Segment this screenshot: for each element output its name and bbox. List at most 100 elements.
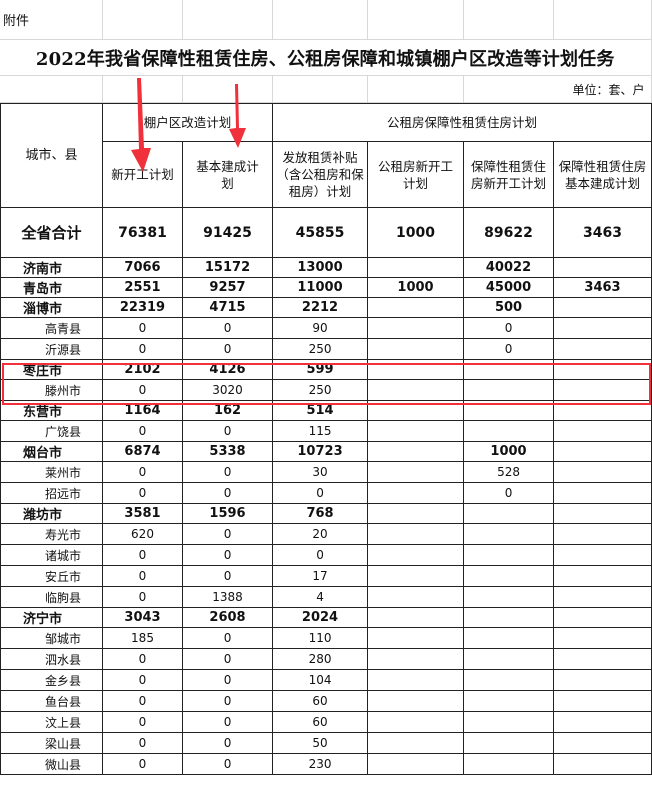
row-name: 滕州市 bbox=[0, 379, 103, 401]
cell-value: 1000 bbox=[463, 441, 555, 462]
row-name: 梁山县 bbox=[0, 732, 103, 754]
cell-value: 500 bbox=[463, 297, 555, 318]
empty-cell[interactable] bbox=[367, 75, 464, 103]
empty-cell[interactable] bbox=[367, 0, 464, 40]
cell-value bbox=[553, 379, 652, 401]
header-basic-completion: 基本建成计划 bbox=[181, 141, 274, 208]
cell-value: 0 bbox=[102, 482, 183, 504]
cell-value bbox=[553, 503, 652, 524]
cell-value: 0 bbox=[181, 317, 274, 339]
county-row: 诸城市 0 0 0 bbox=[0, 544, 652, 566]
row-name: 广饶县 bbox=[0, 420, 103, 442]
row-name: 济宁市 bbox=[0, 607, 103, 628]
cell-value: 0 bbox=[463, 317, 555, 339]
cell-value bbox=[463, 359, 555, 380]
cell-value: 0 bbox=[102, 732, 183, 754]
city-row: 烟台市 6874 5338 10723 1000 bbox=[0, 441, 652, 462]
cell-value bbox=[367, 379, 465, 401]
cell-value: 0 bbox=[181, 338, 274, 360]
empty-cell[interactable] bbox=[272, 75, 368, 103]
cell-value bbox=[367, 317, 465, 339]
cell-value bbox=[367, 669, 465, 691]
row-name: 招远市 bbox=[0, 482, 103, 504]
row-name: 安丘市 bbox=[0, 565, 103, 587]
cell-value: 3463 bbox=[553, 277, 652, 298]
row-name: 高青县 bbox=[0, 317, 103, 339]
row-name: 莱州市 bbox=[0, 461, 103, 483]
cell-value bbox=[367, 544, 465, 566]
county-row: 泗水县 0 0 280 bbox=[0, 648, 652, 670]
row-name: 青岛市 bbox=[0, 277, 103, 298]
cell-value bbox=[367, 627, 465, 649]
cell-value: 3581 bbox=[102, 503, 183, 524]
cell-value: 15172 bbox=[181, 257, 274, 278]
county-row: 鱼台县 0 0 60 bbox=[0, 690, 652, 712]
empty-cell[interactable] bbox=[272, 0, 368, 40]
header-city: 城市、县 bbox=[0, 103, 103, 208]
county-row: 梁山县 0 0 50 bbox=[0, 732, 652, 754]
cell-value: 0 bbox=[102, 648, 183, 670]
sheet-top: 附件 2022年我省保障性租赁住房、公租房保障和城镇棚户区改造等计划任务 单位：… bbox=[0, 0, 652, 103]
empty-cell[interactable] bbox=[102, 75, 183, 103]
cell-value: 2608 bbox=[181, 607, 274, 628]
plan-table: 城市、县 棚户区改造计划 公租房保障性租赁住房计划 新开工计划 基本建成计划 发… bbox=[0, 103, 652, 775]
cell-value: 1000 bbox=[367, 277, 465, 298]
cell-value: 0 bbox=[463, 482, 555, 504]
cell-value bbox=[553, 565, 652, 587]
cell-value bbox=[553, 669, 652, 691]
empty-cell[interactable] bbox=[0, 75, 103, 103]
cell-value: 76381 bbox=[102, 207, 183, 258]
cell-value bbox=[367, 461, 465, 483]
unit-label: 单位：套、户 bbox=[463, 75, 652, 103]
empty-cell[interactable] bbox=[182, 75, 273, 103]
empty-cell[interactable] bbox=[463, 0, 554, 40]
cell-value: 0 bbox=[102, 317, 183, 339]
row-name: 鱼台县 bbox=[0, 690, 103, 712]
cell-value bbox=[367, 586, 465, 608]
cell-value bbox=[367, 753, 465, 775]
cell-value bbox=[367, 711, 465, 733]
cell-value: 13000 bbox=[272, 257, 369, 278]
cell-value bbox=[553, 482, 652, 504]
row-name: 东营市 bbox=[0, 400, 103, 421]
cell-value: 162 bbox=[181, 400, 274, 421]
cell-value: 0 bbox=[102, 420, 183, 442]
city-row: 东营市 1164 162 514 bbox=[0, 400, 652, 421]
header-rental-subsidy: 发放租赁补贴（含公租房和保租房）计划 bbox=[272, 141, 369, 208]
cell-value: 9257 bbox=[181, 277, 274, 298]
cell-value bbox=[553, 523, 652, 545]
row-name: 临朐县 bbox=[0, 586, 103, 608]
cell-value: 3020 bbox=[181, 379, 274, 401]
cell-value bbox=[367, 400, 465, 421]
cell-value bbox=[367, 565, 465, 587]
cell-value: 3463 bbox=[553, 207, 652, 258]
city-row: 枣庄市 2102 4126 599 bbox=[0, 359, 652, 380]
row-name: 汶上县 bbox=[0, 711, 103, 733]
cell-value: 1388 bbox=[181, 586, 274, 608]
row-name: 泗水县 bbox=[0, 648, 103, 670]
cell-value bbox=[553, 544, 652, 566]
county-row: 招远市 0 0 0 0 bbox=[0, 482, 652, 504]
cell-value: 0 bbox=[463, 338, 555, 360]
cell-value: 22319 bbox=[102, 297, 183, 318]
cell-value bbox=[463, 586, 555, 608]
cell-value: 250 bbox=[272, 338, 369, 360]
cell-value: 280 bbox=[272, 648, 369, 670]
cell-value bbox=[553, 627, 652, 649]
empty-cell[interactable] bbox=[553, 0, 652, 40]
row-name: 潍坊市 bbox=[0, 503, 103, 524]
county-row: 广饶县 0 0 115 bbox=[0, 420, 652, 442]
cell-value bbox=[553, 338, 652, 360]
county-row: 安丘市 0 0 17 bbox=[0, 565, 652, 587]
city-row: 淄博市 22319 4715 2212 500 bbox=[0, 297, 652, 318]
empty-cell[interactable] bbox=[182, 0, 273, 40]
cell-value: 0 bbox=[102, 669, 183, 691]
cell-value: 11000 bbox=[272, 277, 369, 298]
empty-cell[interactable] bbox=[102, 0, 183, 40]
header-new-start: 新开工计划 bbox=[102, 141, 183, 208]
cell-value: 2212 bbox=[272, 297, 369, 318]
cell-value bbox=[463, 732, 555, 754]
cell-value bbox=[367, 420, 465, 442]
cell-value: 0 bbox=[181, 544, 274, 566]
cell-value: 30 bbox=[272, 461, 369, 483]
